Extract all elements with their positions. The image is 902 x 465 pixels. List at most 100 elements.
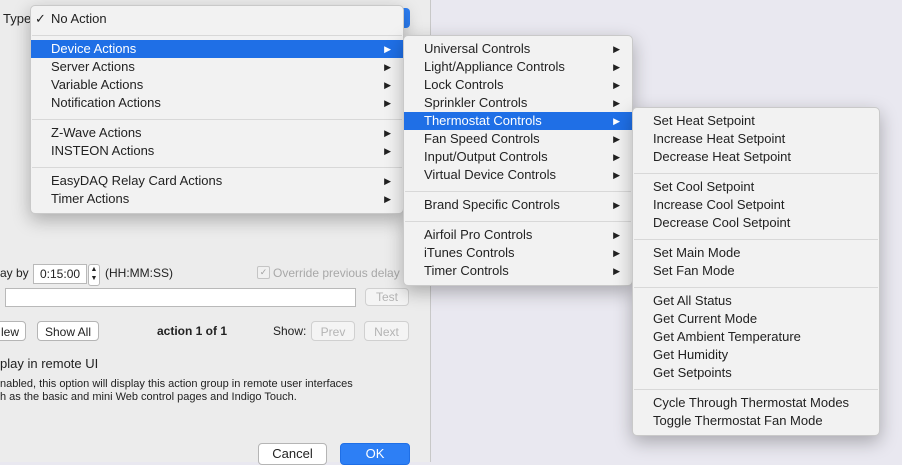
menu-item-label: Notification Actions: [51, 95, 161, 110]
submenu-arrow-icon: ▶: [384, 62, 391, 72]
menu-item-label: Fan Speed Controls: [424, 131, 540, 146]
menu-item-brand-specific-controls[interactable]: Brand Specific Controls ▶: [404, 196, 632, 214]
menu-item-timer-controls[interactable]: Timer Controls ▶: [404, 262, 632, 280]
menu-item-airfoil-pro-controls[interactable]: Airfoil Pro Controls ▶: [404, 226, 632, 244]
submenu-arrow-icon: ▶: [613, 170, 620, 180]
type-label: Type: [3, 11, 32, 26]
next-button[interactable]: Next: [364, 321, 409, 341]
remote-ui-label: play in remote UI: [0, 356, 99, 371]
menu-item-label: Lock Controls: [424, 77, 504, 92]
show-label: Show:: [273, 324, 307, 338]
menu-separator: [32, 167, 402, 168]
menu-item-light-appliance-controls[interactable]: Light/Appliance Controls ▶: [404, 58, 632, 76]
menu-separator: [634, 173, 878, 174]
test-input[interactable]: [5, 288, 356, 307]
submenu-arrow-icon: ▶: [613, 152, 620, 162]
menu-separator: [634, 287, 878, 288]
prev-button[interactable]: Prev: [311, 321, 355, 341]
remote-ui-desc-line1: nabled, this option will display this ac…: [0, 378, 353, 390]
menu-item-thermostat-controls[interactable]: Thermostat Controls ▶: [404, 112, 632, 130]
menu-item-label: Server Actions: [51, 59, 135, 74]
menu-item-universal-controls[interactable]: Universal Controls ▶: [404, 40, 632, 58]
thermostat-controls-submenu: Set Heat Setpoint Increase Heat Setpoint…: [632, 107, 880, 436]
submenu-arrow-icon: ▶: [384, 128, 391, 138]
menu-item-input-output-controls[interactable]: Input/Output Controls ▶: [404, 148, 632, 166]
menu-separator: [32, 35, 402, 36]
menu-item-zwave-actions[interactable]: Z-Wave Actions ▶: [31, 124, 403, 142]
menu-item-label: Universal Controls: [424, 41, 531, 56]
menu-separator: [634, 389, 878, 390]
menu-item-increase-cool-setpoint[interactable]: Increase Cool Setpoint: [633, 196, 879, 214]
submenu-arrow-icon: ▶: [613, 80, 620, 90]
menu-item-label: Light/Appliance Controls: [424, 59, 565, 74]
menu-item-server-actions[interactable]: Server Actions ▶: [31, 58, 403, 76]
menu-item-label: Virtual Device Controls: [424, 167, 556, 182]
test-button[interactable]: Test: [365, 288, 409, 306]
menu-item-label: Timer Actions: [51, 191, 130, 206]
menu-item-get-humidity[interactable]: Get Humidity: [633, 346, 879, 364]
submenu-arrow-icon: ▶: [613, 98, 620, 108]
submenu-arrow-icon: ▶: [613, 266, 620, 276]
show-all-button[interactable]: Show All: [37, 321, 99, 341]
menu-item-label: Brand Specific Controls: [424, 197, 560, 212]
menu-separator: [32, 119, 402, 120]
submenu-arrow-icon: ▶: [384, 44, 391, 54]
menu-separator: [405, 191, 631, 192]
menu-item-set-main-mode[interactable]: Set Main Mode: [633, 244, 879, 262]
menu-item-easydaq-actions[interactable]: EasyDAQ Relay Card Actions ▶: [31, 172, 403, 190]
menu-item-decrease-heat-setpoint[interactable]: Decrease Heat Setpoint: [633, 148, 879, 166]
menu-item-itunes-controls[interactable]: iTunes Controls ▶: [404, 244, 632, 262]
menu-item-get-setpoints[interactable]: Get Setpoints: [633, 364, 879, 382]
delay-label: ay by: [0, 266, 29, 280]
override-label: Override previous delay: [273, 266, 400, 280]
menu-item-get-all-status[interactable]: Get All Status: [633, 292, 879, 310]
delay-stepper[interactable]: ▲ ▼: [88, 264, 100, 286]
menu-item-label: Variable Actions: [51, 77, 144, 92]
new-button[interactable]: lew: [0, 321, 26, 341]
menu-item-label: Thermostat Controls: [424, 113, 542, 128]
submenu-arrow-icon: ▶: [613, 134, 620, 144]
submenu-arrow-icon: ▶: [613, 200, 620, 210]
menu-item-no-action[interactable]: ✓ No Action: [31, 10, 403, 28]
menu-item-notification-actions[interactable]: Notification Actions ▶: [31, 94, 403, 112]
menu-item-sprinkler-controls[interactable]: Sprinkler Controls ▶: [404, 94, 632, 112]
override-checkbox[interactable]: ✓: [257, 266, 270, 279]
menu-item-device-actions[interactable]: Device Actions ▶: [31, 40, 403, 58]
menu-item-virtual-device-controls[interactable]: Virtual Device Controls ▶: [404, 166, 632, 184]
delay-input[interactable]: 0:15:00: [33, 264, 87, 284]
submenu-arrow-icon: ▶: [613, 116, 620, 126]
menu-item-label: Sprinkler Controls: [424, 95, 528, 110]
action-counter: action 1 of 1: [157, 324, 228, 338]
menu-item-variable-actions[interactable]: Variable Actions ▶: [31, 76, 403, 94]
submenu-arrow-icon: ▶: [384, 194, 391, 204]
submenu-arrow-icon: ▶: [384, 176, 391, 186]
menu-item-set-heat-setpoint[interactable]: Set Heat Setpoint: [633, 112, 879, 130]
submenu-arrow-icon: ▶: [384, 80, 391, 90]
submenu-arrow-icon: ▶: [613, 44, 620, 54]
menu-item-timer-actions[interactable]: Timer Actions ▶: [31, 190, 403, 208]
menu-item-cycle-thermostat-modes[interactable]: Cycle Through Thermostat Modes: [633, 394, 879, 412]
checkmark-icon: ✓: [35, 11, 46, 26]
menu-item-set-fan-mode[interactable]: Set Fan Mode: [633, 262, 879, 280]
device-actions-submenu: Universal Controls ▶ Light/Appliance Cont…: [403, 35, 633, 286]
submenu-arrow-icon: ▶: [613, 62, 620, 72]
menu-item-get-ambient-temperature[interactable]: Get Ambient Temperature: [633, 328, 879, 346]
menu-item-fan-speed-controls[interactable]: Fan Speed Controls ▶: [404, 130, 632, 148]
delay-format-label: (HH:MM:SS): [105, 266, 173, 280]
menu-item-insteon-actions[interactable]: INSTEON Actions ▶: [31, 142, 403, 160]
menu-item-label: Z-Wave Actions: [51, 125, 142, 140]
menu-item-decrease-cool-setpoint[interactable]: Decrease Cool Setpoint: [633, 214, 879, 232]
menu-item-set-cool-setpoint[interactable]: Set Cool Setpoint: [633, 178, 879, 196]
menu-item-lock-controls[interactable]: Lock Controls ▶: [404, 76, 632, 94]
menu-item-increase-heat-setpoint[interactable]: Increase Heat Setpoint: [633, 130, 879, 148]
action-type-menu: ✓ No Action Device Actions ▶ Server Actio…: [30, 5, 404, 214]
menu-item-get-current-mode[interactable]: Get Current Mode: [633, 310, 879, 328]
menu-item-label: iTunes Controls: [424, 245, 515, 260]
menu-item-label: Device Actions: [51, 41, 137, 56]
menu-item-toggle-thermostat-fan-mode[interactable]: Toggle Thermostat Fan Mode: [633, 412, 879, 430]
submenu-arrow-icon: ▶: [613, 230, 620, 240]
menu-item-label: Airfoil Pro Controls: [424, 227, 533, 242]
menu-item-label: No Action: [51, 11, 107, 26]
submenu-arrow-icon: ▶: [384, 98, 391, 108]
remote-ui-desc-line2: h as the basic and mini Web control page…: [0, 391, 297, 403]
